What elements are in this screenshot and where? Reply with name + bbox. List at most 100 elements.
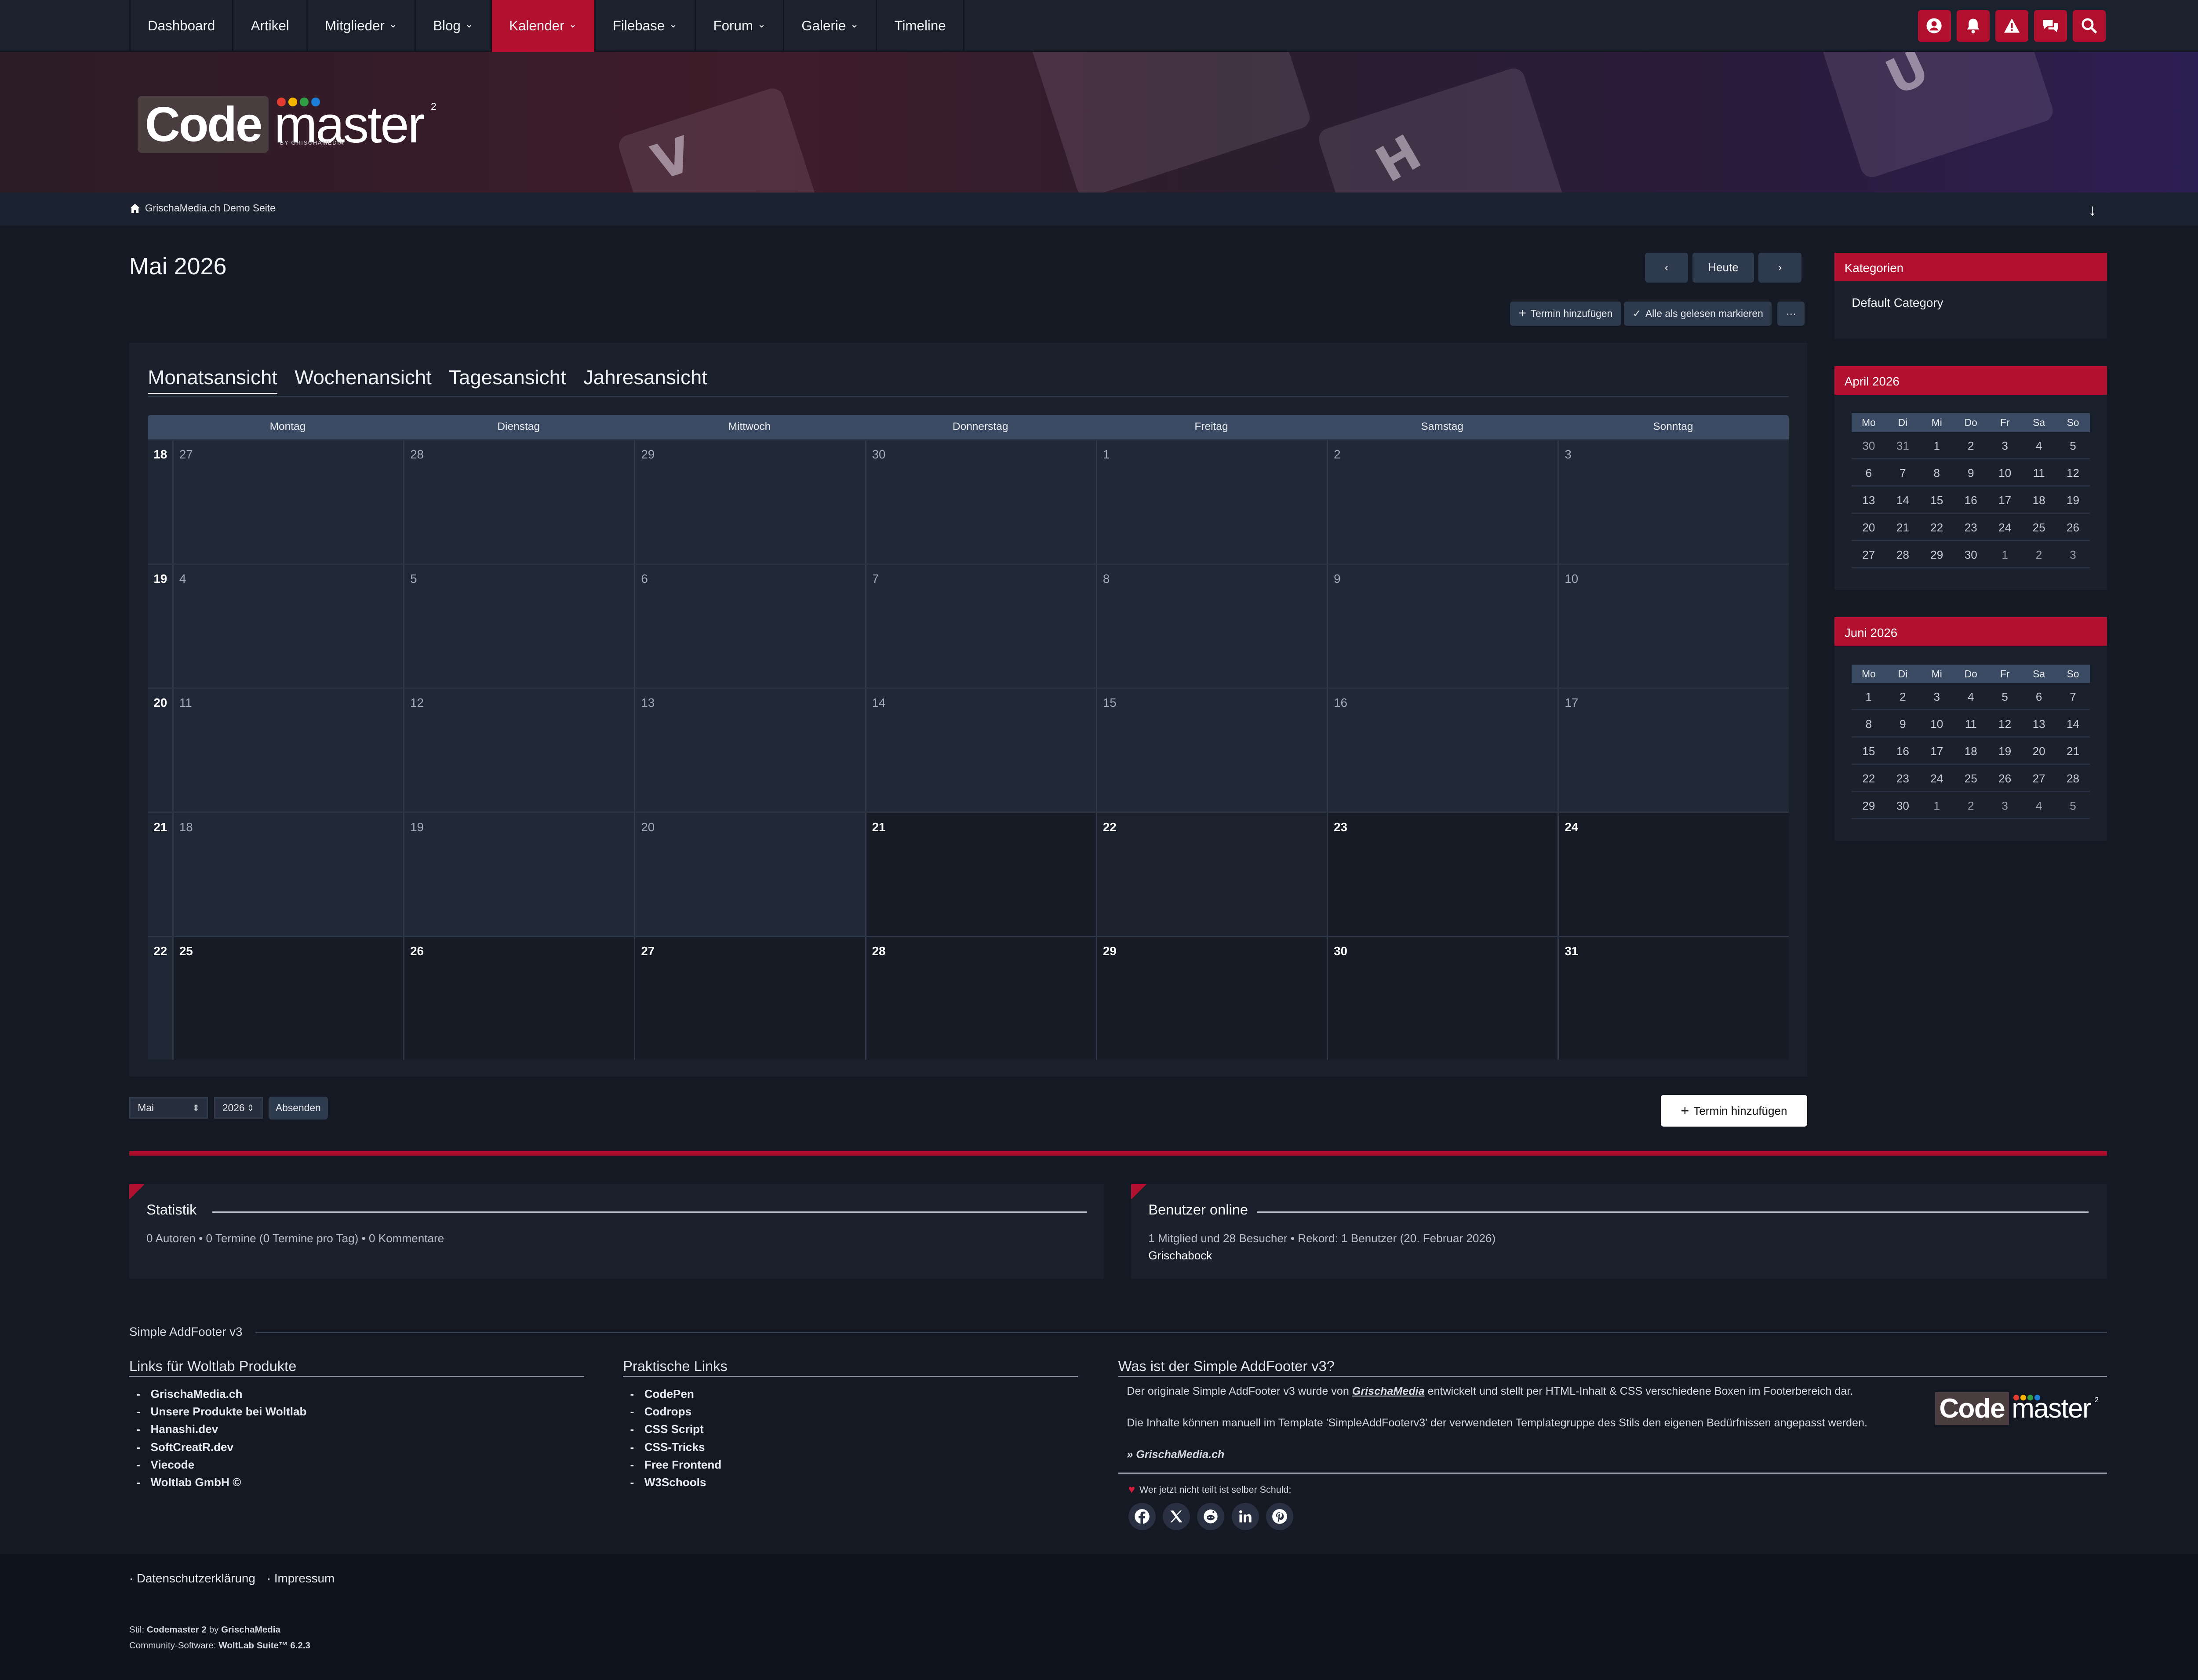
style-author-link[interactable]: GrischaMedia <box>221 1625 280 1635</box>
footer-link[interactable]: CSS Script <box>623 1422 1078 1440</box>
day-cell[interactable]: 15 <box>1095 689 1327 812</box>
user-account-icon[interactable] <box>1918 10 1951 42</box>
day-cell[interactable]: 20 <box>634 813 865 936</box>
mini-day[interactable]: 6 <box>2022 683 2056 709</box>
mini-day[interactable]: 5 <box>2056 792 2090 818</box>
mini-day[interactable]: 3 <box>1988 432 2022 458</box>
facebook-icon[interactable] <box>1128 1502 1156 1530</box>
day-cell[interactable]: 25 <box>172 937 404 1060</box>
mini-day[interactable]: 20 <box>2022 738 2056 764</box>
mini-day[interactable]: 7 <box>1886 459 1920 485</box>
mini-day[interactable]: 2 <box>1954 792 1988 818</box>
day-cell[interactable]: 2 <box>1327 440 1558 564</box>
mini-calendar-title[interactable]: April 2026 <box>1834 366 2107 395</box>
day-cell[interactable]: 30 <box>865 440 1096 564</box>
mini-day[interactable]: 9 <box>1954 459 1988 485</box>
mini-day[interactable]: 1 <box>1920 792 1954 818</box>
mini-day[interactable]: 5 <box>2056 432 2090 458</box>
nav-artikel[interactable]: Artikel <box>232 0 306 52</box>
day-cell[interactable]: 31 <box>1558 937 1789 1060</box>
mini-day[interactable]: 27 <box>1852 541 1885 567</box>
mini-day[interactable]: 1 <box>1920 432 1954 458</box>
mini-day[interactable]: 27 <box>2022 765 2056 791</box>
mini-day[interactable]: 23 <box>1954 514 1988 540</box>
tab-jahresansicht[interactable]: Jahresansicht <box>583 366 707 395</box>
day-cell[interactable]: 21 <box>865 813 1096 936</box>
footer-link[interactable]: W3Schools <box>623 1476 1078 1493</box>
mini-day[interactable]: 25 <box>2022 514 2056 540</box>
mini-day[interactable]: 5 <box>1988 683 2022 709</box>
mini-day[interactable]: 8 <box>1920 459 1954 485</box>
category-default[interactable]: Default Category <box>1834 281 2107 324</box>
day-cell[interactable]: 13 <box>634 689 865 812</box>
week-number[interactable]: 21 <box>148 813 172 936</box>
mini-day[interactable]: 11 <box>2022 459 2056 485</box>
more-options-button[interactable]: ··· <box>1777 301 1805 326</box>
day-cell[interactable]: 28 <box>403 440 634 564</box>
imprint-link[interactable]: · Impressum <box>267 1571 335 1585</box>
mini-day[interactable]: 15 <box>1920 487 1954 513</box>
week-number[interactable]: 19 <box>148 564 172 688</box>
mini-day[interactable]: 2 <box>2022 541 2056 567</box>
day-cell[interactable]: 29 <box>1095 937 1327 1060</box>
mini-day[interactable]: 30 <box>1886 792 1920 818</box>
footer-link[interactable]: CodePen <box>623 1387 1078 1405</box>
footer-link[interactable]: CSS-Tricks <box>623 1440 1078 1458</box>
mini-day[interactable]: 2 <box>1954 432 1988 458</box>
mini-day[interactable]: 12 <box>2056 459 2090 485</box>
mini-day[interactable]: 18 <box>1954 738 1988 764</box>
notifications-bell-icon[interactable] <box>1956 10 1990 42</box>
mini-calendar-title[interactable]: Juni 2026 <box>1834 617 2107 646</box>
mini-day[interactable]: 19 <box>2056 487 2090 513</box>
mini-day[interactable]: 15 <box>1852 738 1885 764</box>
mini-day[interactable]: 20 <box>1852 514 1885 540</box>
mini-day[interactable]: 11 <box>1954 710 1988 736</box>
tab-tagesansicht[interactable]: Tagesansicht <box>449 366 566 395</box>
day-cell[interactable]: 7 <box>865 564 1096 688</box>
mini-day[interactable]: 2 <box>1886 683 1920 709</box>
footer-link[interactable]: Hanashi.dev <box>129 1422 584 1440</box>
reddit-icon[interactable] <box>1197 1502 1225 1530</box>
mark-all-read-button[interactable]: ✓ Alle als gelesen markieren <box>1624 301 1772 326</box>
mini-day[interactable]: 25 <box>1954 765 1988 791</box>
day-cell[interactable]: 30 <box>1327 937 1558 1060</box>
day-cell[interactable]: 18 <box>172 813 404 936</box>
mini-day[interactable]: 9 <box>1886 710 1920 736</box>
add-event-button[interactable]: + Termin hinzufügen <box>1510 301 1621 326</box>
day-cell[interactable]: 11 <box>172 689 404 812</box>
x-icon[interactable] <box>1162 1502 1190 1530</box>
mini-day[interactable]: 29 <box>1920 541 1954 567</box>
week-number[interactable]: 22 <box>148 937 172 1060</box>
mini-day[interactable]: 8 <box>1852 710 1885 736</box>
mini-day[interactable]: 14 <box>2056 710 2090 736</box>
day-cell[interactable]: 4 <box>172 564 404 688</box>
grischamedia-link[interactable]: » GrischaMedia.ch <box>1127 1448 1224 1461</box>
mini-day[interactable]: 14 <box>1886 487 1920 513</box>
warning-icon[interactable] <box>1995 10 2028 42</box>
tab-monatsansicht[interactable]: Monatsansicht <box>148 366 277 395</box>
mini-day[interactable]: 26 <box>2056 514 2090 540</box>
mini-day[interactable]: 13 <box>1852 487 1885 513</box>
day-cell[interactable]: 16 <box>1327 689 1558 812</box>
mini-day[interactable]: 13 <box>2022 710 2056 736</box>
mini-day[interactable]: 10 <box>1988 459 2022 485</box>
mini-day[interactable]: 19 <box>1988 738 2022 764</box>
mini-day[interactable]: 12 <box>1988 710 2022 736</box>
software-link[interactable]: WoltLab Suite™ 6.2.3 <box>218 1640 310 1651</box>
mini-day[interactable]: 4 <box>1954 683 1988 709</box>
mini-day[interactable]: 7 <box>2056 683 2090 709</box>
day-cell[interactable]: 24 <box>1558 813 1789 936</box>
mini-day[interactable]: 10 <box>1920 710 1954 736</box>
mini-day[interactable]: 22 <box>1920 514 1954 540</box>
day-cell[interactable]: 3 <box>1558 440 1789 564</box>
day-cell[interactable]: 26 <box>403 937 634 1060</box>
week-number[interactable]: 20 <box>148 689 172 812</box>
nav-kalender[interactable]: Kalender ⌄ <box>490 0 594 52</box>
mini-day[interactable]: 30 <box>1954 541 1988 567</box>
mini-day[interactable]: 3 <box>1988 792 2022 818</box>
week-number[interactable]: 18 <box>148 440 172 564</box>
nav-timeline[interactable]: Timeline <box>876 0 964 52</box>
today-button[interactable]: Heute <box>1692 252 1754 283</box>
footer-link[interactable]: Unsere Produkte bei Woltlab <box>129 1405 584 1422</box>
footer-link[interactable]: GrischaMedia.ch <box>129 1387 584 1405</box>
